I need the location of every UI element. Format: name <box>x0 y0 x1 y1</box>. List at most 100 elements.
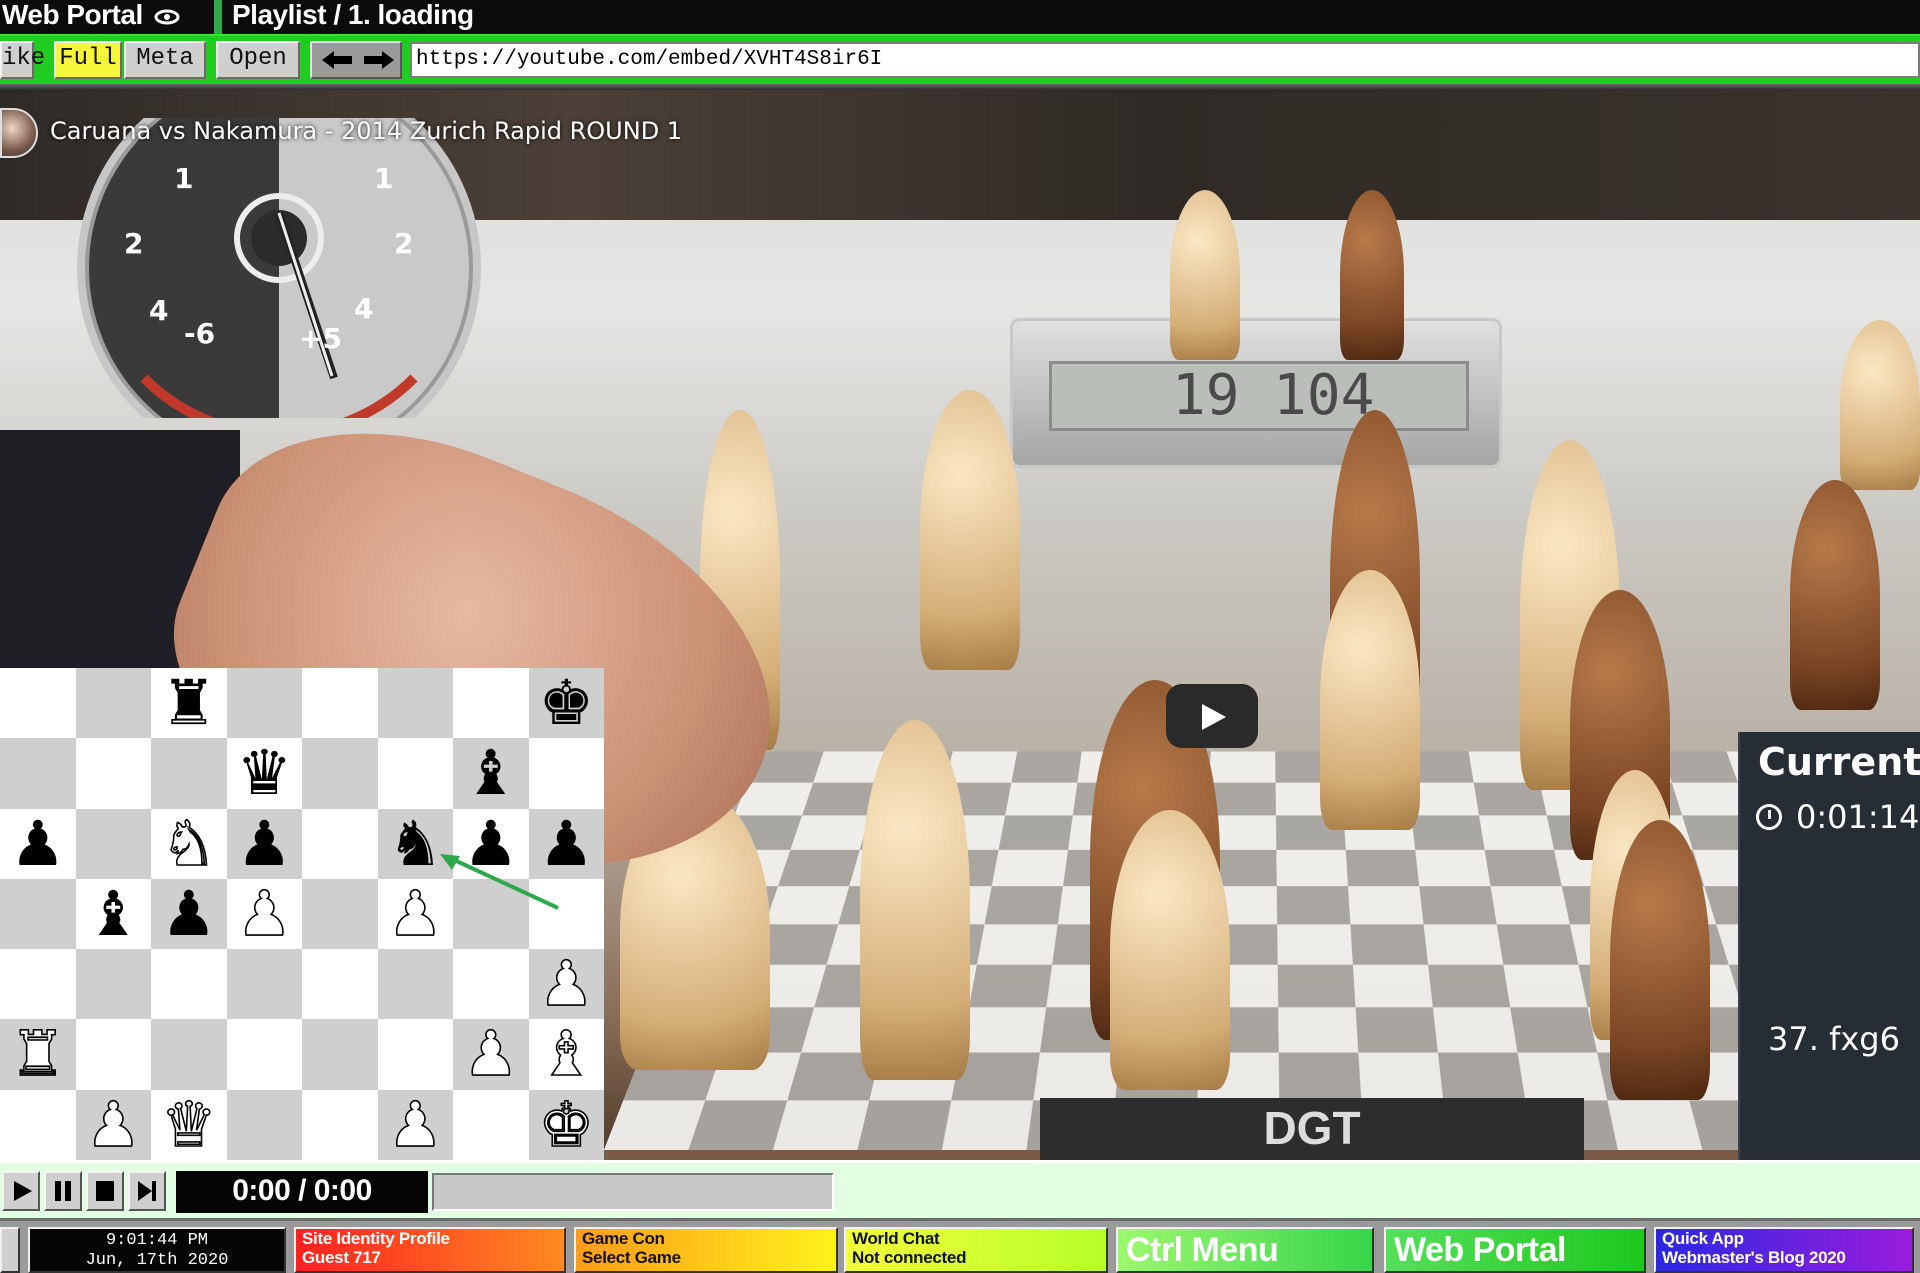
current-move: 37. fxg6 <box>1768 1020 1900 1058</box>
board-square <box>0 668 76 738</box>
select-game-label: Select Game <box>582 1248 836 1267</box>
web-portal-button[interactable]: Web Portal <box>1384 1227 1646 1273</box>
video-title[interactable]: Caruana vs Nakamura - 2014 Zurich Rapid … <box>50 117 682 145</box>
white-piece-icon: ♜ <box>0 1019 76 1089</box>
board-square <box>151 738 227 808</box>
board-square: ♟ <box>227 879 303 949</box>
next-button[interactable] <box>128 1171 166 1211</box>
black-piece-icon: ♟ <box>0 809 76 879</box>
url-input[interactable]: https://youtube.com/embed/XVHT4S8ir6I <box>410 42 1920 78</box>
gauge-tick: 2 <box>394 227 413 260</box>
like-button[interactable]: ike <box>0 41 34 79</box>
quick-app-button[interactable]: Quick App Webmaster's Blog 2020 <box>1654 1227 1914 1273</box>
white-piece-icon: ♟ <box>76 1090 152 1160</box>
game-con-label: Game Con <box>582 1229 836 1248</box>
stop-button[interactable] <box>86 1171 124 1211</box>
full-button[interactable]: Full <box>54 41 122 79</box>
web-portal-label: Web Portal <box>1394 1231 1566 1269</box>
guest-label: Guest 717 <box>302 1248 564 1267</box>
board-square <box>0 1090 76 1160</box>
chess-clock-device: 19 104 <box>1010 318 1502 468</box>
board-square: ♞ <box>151 809 227 879</box>
clock-icon <box>1756 804 1782 830</box>
board-square: ♜ <box>0 1019 76 1089</box>
portal-title[interactable]: Web Portal <box>0 0 206 34</box>
board-square <box>302 668 378 738</box>
board-square <box>227 1019 303 1089</box>
white-piece-icon: ♟ <box>378 1090 454 1160</box>
playlist-title: Playlist / 1. loading <box>214 0 1920 34</box>
stop-icon <box>88 1173 122 1209</box>
board-square <box>453 668 529 738</box>
play-button[interactable] <box>2 1171 40 1211</box>
world-chat-button[interactable]: World Chat Not connected <box>844 1227 1108 1273</box>
board-square <box>302 738 378 808</box>
site-identity-button[interactable]: Site Identity Profile Guest 717 <box>294 1227 566 1273</box>
forward-arrow-icon[interactable] <box>360 49 396 71</box>
board-square <box>529 738 605 808</box>
board-square <box>302 1019 378 1089</box>
pause-icon <box>46 1173 80 1209</box>
board-square <box>0 949 76 1019</box>
wood-piece <box>1170 190 1240 360</box>
board-square: ♛ <box>151 1090 227 1160</box>
ctrl-menu-label: Ctrl Menu <box>1126 1231 1278 1269</box>
board-square: ♟ <box>378 1090 454 1160</box>
world-chat-label: World Chat <box>852 1229 1106 1248</box>
board-square: ♝ <box>76 879 152 949</box>
board-square: ♛ <box>227 738 303 808</box>
black-piece-icon: ♟ <box>227 809 303 879</box>
next-icon <box>130 1173 164 1209</box>
white-piece-icon: ♝ <box>529 1019 605 1089</box>
gauge-tick: 4 <box>149 294 168 327</box>
board-square: ♝ <box>529 1019 605 1089</box>
open-button[interactable]: Open <box>216 41 300 79</box>
dgt-board-label: DGT <box>1040 1098 1584 1160</box>
quick-app-label: Quick App <box>1662 1229 1912 1248</box>
play-icon <box>4 1173 38 1209</box>
game-con-button[interactable]: Game Con Select Game <box>574 1227 838 1273</box>
taskbar-start-edge[interactable] <box>0 1227 20 1273</box>
board-square <box>76 949 152 1019</box>
ctrl-menu-button[interactable]: Ctrl Menu <box>1116 1227 1374 1273</box>
progress-bar[interactable] <box>432 1173 834 1211</box>
video-play-button[interactable] <box>1166 684 1258 748</box>
back-arrow-icon[interactable] <box>320 49 356 71</box>
gauge-tick: 1 <box>174 162 193 195</box>
meta-button[interactable]: Meta <box>124 41 206 79</box>
white-piece-icon: ♟ <box>529 949 605 1019</box>
site-identity-label: Site Identity Profile <box>302 1229 564 1248</box>
pause-button[interactable] <box>44 1171 82 1211</box>
board-square <box>151 1019 227 1089</box>
board-square: ♟ <box>0 809 76 879</box>
black-piece-icon: ♚ <box>529 668 605 738</box>
board-square <box>453 949 529 1019</box>
board-square <box>302 809 378 879</box>
board-square <box>0 738 76 808</box>
board-square: ♟ <box>151 879 227 949</box>
chat-status-label: Not connected <box>852 1248 1106 1267</box>
board-square <box>227 1090 303 1160</box>
black-piece-icon: ♛ <box>227 738 303 808</box>
nav-arrows <box>310 41 402 79</box>
wood-piece <box>1840 320 1920 490</box>
current-time: 0:01:14 <box>1796 798 1919 836</box>
black-piece-icon: ♝ <box>453 738 529 808</box>
board-square <box>76 738 152 808</box>
evaluation-gauge: 1 2 4 -6 1 2 4 +5 <box>74 118 484 418</box>
portal-title-text: Web Portal <box>2 0 143 30</box>
time-display: 0:00 / 0:00 <box>176 1171 428 1213</box>
board-square: ♟ <box>227 809 303 879</box>
white-piece-icon: ♟ <box>227 879 303 949</box>
board-square <box>302 949 378 1019</box>
gauge-tick: 1 <box>374 162 393 195</box>
board-square <box>453 1090 529 1160</box>
board-square: ♚ <box>529 668 605 738</box>
wood-piece <box>1610 820 1710 1100</box>
board-square <box>378 738 454 808</box>
player-controls: 0:00 / 0:00 <box>0 1160 1920 1218</box>
board-square: ♟ <box>76 1090 152 1160</box>
gauge-tick: 2 <box>124 227 143 260</box>
swirl-logo-icon <box>154 7 180 27</box>
white-piece-icon: ♛ <box>151 1090 227 1160</box>
